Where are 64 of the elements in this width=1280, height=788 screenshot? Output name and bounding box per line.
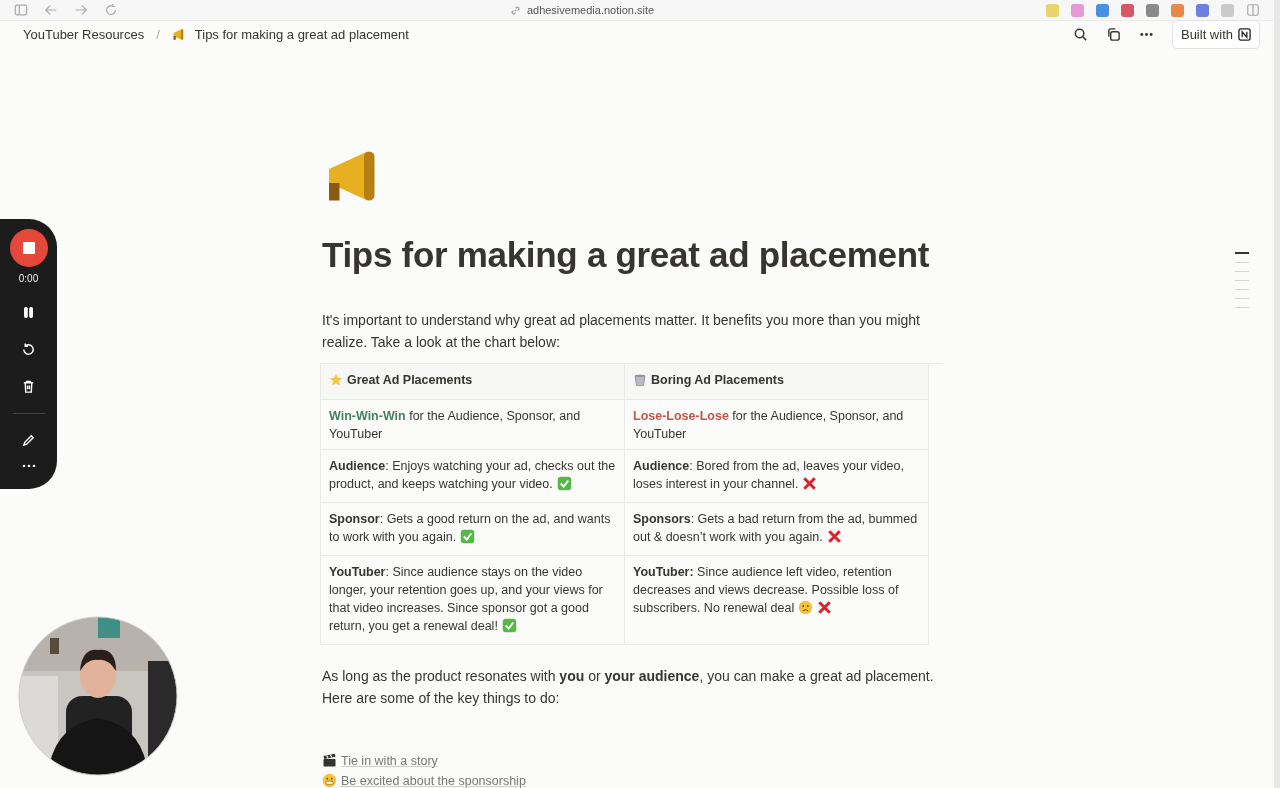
breadcrumb-separator: /	[156, 26, 160, 42]
star-icon	[329, 373, 343, 387]
column-header-text: Boring Ad Placements	[651, 372, 784, 389]
table-cell-text: YouTuber: Since audience stays on the video longer, your retention goes up, and your views for that video increases. Since sponsor got a good return, you get a renewal deal!	[329, 565, 603, 633]
pencil-icon	[21, 433, 36, 448]
column-header-text: Great Ad Placements	[347, 372, 473, 389]
table-cell-text: Sponsor: Gets a good return on the ad, and wants to work with you again.	[329, 512, 611, 544]
tip-link[interactable]: Tie in with a story	[341, 753, 438, 768]
notion-logo-icon	[1238, 27, 1251, 41]
table-cell-text: Sponsors: Gets a bad return from the ad, bummed out & doesn’t work with you again.	[633, 512, 918, 544]
intro-paragraph: It's important to understand why great ad placements matter. It benefits you more than you might realize. Take a look at the chart below:	[322, 311, 921, 352]
cross-icon	[826, 529, 842, 544]
body-paragraph: As long as the product resonates with you or your audience, you can make a great ad placement. Here are some of the key things to do:	[322, 667, 935, 708]
address-bar[interactable]: adhesivemedia.notion.site	[526, 4, 655, 16]
outline-marker[interactable]	[1235, 298, 1249, 299]
table-cell-text: Lose-Lose-Lose for the Audience, Sponsor, and YouTuber	[633, 409, 904, 441]
restart-button[interactable]	[21, 342, 36, 357]
pause-button[interactable]	[21, 305, 36, 320]
table-cell-text: YouTuber: Since audience left video, retention decreases and views decrease. Possible loss of subscribers. No renewal deal	[633, 565, 899, 615]
search-icon[interactable]	[1072, 26, 1088, 42]
table-cell-text: Audience: Bored from the ad, leaves your video, loses interest in your channel.	[633, 459, 904, 491]
trash-icon	[21, 379, 36, 394]
pause-icon	[21, 305, 36, 320]
restart-icon	[21, 342, 36, 357]
breadcrumb-link[interactable]: YouTuber Resources	[23, 26, 145, 42]
check-icon	[501, 618, 517, 633]
clapperboard-icon	[322, 753, 337, 768]
extension-icon[interactable]	[1146, 3, 1159, 17]
check-icon	[556, 476, 572, 491]
extension-icon[interactable]	[1071, 3, 1084, 17]
outline-marker[interactable]	[1235, 289, 1249, 290]
outline-marker[interactable]	[1235, 262, 1249, 263]
outline-marker[interactable]	[1235, 280, 1249, 281]
extension-icon[interactable]	[1121, 3, 1134, 17]
recording-time: 0:00	[18, 273, 39, 284]
outline-marker[interactable]	[1235, 271, 1249, 272]
extension-icon[interactable]	[1196, 3, 1209, 17]
stop-button[interactable]	[9, 229, 48, 267]
pen-button[interactable]	[21, 433, 36, 448]
cross-icon	[817, 600, 833, 615]
sidebar-icon[interactable]	[14, 3, 28, 17]
sad-face-icon	[798, 600, 814, 615]
extension-icon[interactable]	[1096, 3, 1109, 17]
table-cell-text: Audience: Enjoys watching your ad, checks out the product, and keeps watching your video.	[329, 459, 616, 491]
reload-icon[interactable]	[104, 3, 118, 17]
forward-icon[interactable]	[74, 3, 88, 17]
extension-icon[interactable]	[1221, 3, 1234, 17]
breadcrumb-link[interactable]: Tips for making a great ad placement	[194, 26, 409, 42]
wastebasket-icon	[633, 373, 647, 387]
page-title: Tips for making a great ad placement	[322, 235, 931, 275]
outline-marker[interactable]	[1235, 252, 1249, 254]
stop-icon	[22, 242, 35, 254]
delete-button[interactable]	[21, 379, 36, 394]
link-icon	[509, 4, 521, 16]
check-icon	[460, 529, 476, 544]
outline-marker[interactable]	[1235, 307, 1249, 308]
back-icon[interactable]	[44, 3, 58, 17]
extension-icon[interactable]	[1171, 3, 1184, 17]
split-view-icon[interactable]	[1246, 3, 1260, 17]
table-cell-text: Win-Win-Win for the Audience, Sponsor, and YouTuber	[329, 409, 581, 441]
built-with-button[interactable]: Built with	[1171, 19, 1260, 49]
cross-icon	[802, 476, 818, 491]
tip-link[interactable]: Be excited about the sponsorship	[341, 773, 526, 788]
duplicate-icon[interactable]	[1105, 26, 1121, 42]
